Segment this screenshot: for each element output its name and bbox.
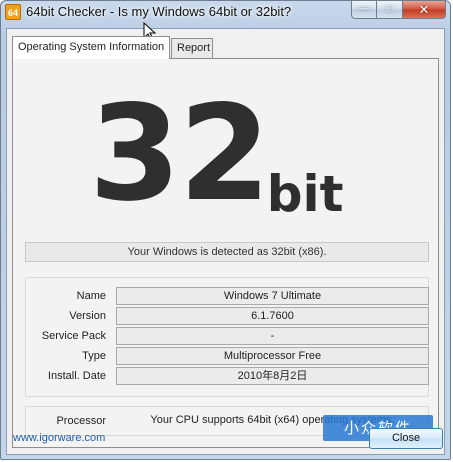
bitness-unit: bit [266, 165, 344, 223]
bitness-display: 32bit [89, 77, 344, 231]
tab-report[interactable]: Report [171, 38, 213, 58]
info-row-install-date: Install. Date 2010年8月2日 [26, 367, 429, 386]
processor-label: Processor [56, 415, 106, 427]
info-row-service-pack: Service Pack - [26, 327, 429, 346]
info-label: Version [69, 310, 106, 322]
info-row-version: Version 6.1.7600 [26, 307, 429, 326]
title-bar[interactable]: 64 64bit Checker - Is my Windows 64bit o… [1, 1, 450, 25]
app-window: 64 64bit Checker - Is my Windows 64bit o… [0, 0, 451, 460]
info-value-field: Windows 7 Ultimate [116, 287, 429, 305]
info-value-field: - [116, 327, 429, 345]
info-row-name: Name Windows 7 Ultimate [26, 287, 429, 306]
maximize-button[interactable]: □ [377, 1, 403, 19]
info-row-type: Type Multiprocessor Free [26, 347, 429, 366]
minimize-icon: — [358, 3, 370, 15]
maximize-icon: □ [386, 3, 393, 15]
bitness-number: 32 [89, 77, 271, 231]
tab-operating-system-information[interactable]: Operating System Information [12, 36, 171, 59]
info-label: Install. Date [47, 370, 106, 382]
window-title: 64bit Checker - Is my Windows 64bit or 3… [26, 4, 292, 19]
info-label: Service Pack [41, 330, 106, 342]
system-info-group: Name Windows 7 Ultimate Version 6.1.7600… [25, 277, 429, 397]
close-icon: ✕ [418, 2, 430, 17]
info-value-field: 6.1.7600 [116, 307, 429, 325]
window-controls: — □ ✕ [351, 1, 446, 20]
app-logo-icon: 64 [5, 4, 21, 20]
info-value-field: 2010年8月2日 [116, 367, 429, 385]
tab-panel-os-info: 32bit Your Windows is detected as 32bit … [12, 58, 439, 448]
minimize-button[interactable]: — [351, 1, 377, 19]
detection-status: Your Windows is detected as 32bit (x86). [25, 242, 429, 262]
info-label: Type [82, 350, 106, 362]
dialog-client-area: Operating System Information Report 32bi… [6, 28, 445, 455]
info-value-field: Multiprocessor Free [116, 347, 429, 365]
window-close-button[interactable]: ✕ [403, 1, 446, 19]
info-label: Name [76, 290, 106, 302]
close-button[interactable]: Close [369, 428, 443, 449]
website-link[interactable]: www.igorware.com [13, 432, 105, 444]
